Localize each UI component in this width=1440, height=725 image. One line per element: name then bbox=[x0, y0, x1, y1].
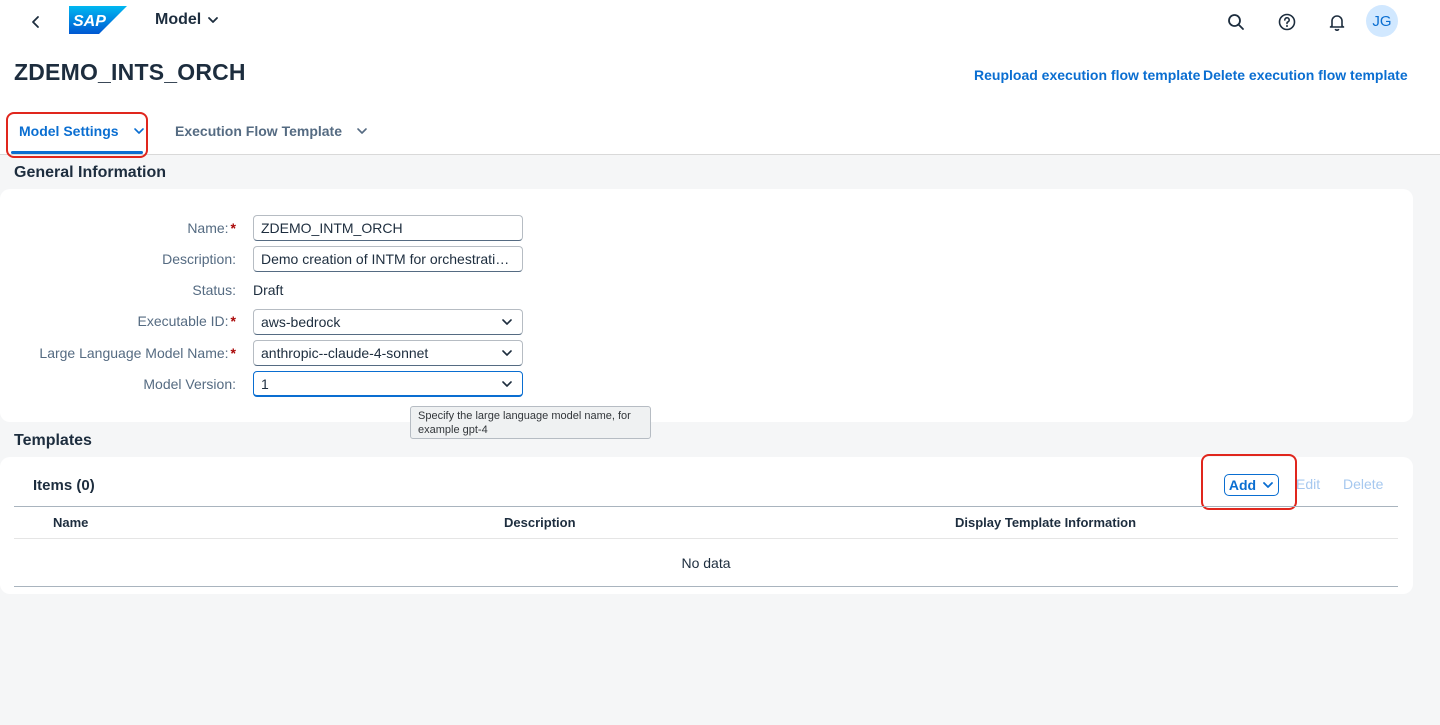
notifications-button[interactable] bbox=[1325, 10, 1349, 34]
svg-text:SAP: SAP bbox=[73, 13, 106, 30]
tab-label: Model Settings bbox=[19, 123, 119, 139]
chevron-down-icon bbox=[208, 17, 219, 23]
add-button[interactable]: Add bbox=[1224, 474, 1279, 496]
table-bottom-border bbox=[14, 586, 1398, 587]
required-marker: * bbox=[230, 313, 236, 329]
object-header: ZDEMO_INTS_ORCH Reupload execution flow … bbox=[0, 44, 1440, 155]
status-value: Draft bbox=[253, 282, 284, 298]
model-version-select[interactable]: 1 bbox=[253, 371, 523, 397]
active-tab-indicator bbox=[11, 151, 143, 154]
name-label: Name: * bbox=[187, 220, 236, 236]
delete-template-link[interactable]: Delete execution flow template bbox=[1203, 67, 1408, 83]
shell-bar: SAP Model JG bbox=[0, 0, 1440, 44]
user-avatar[interactable]: JG bbox=[1366, 5, 1398, 37]
llm-name-tooltip: Specify the large language model name, f… bbox=[410, 406, 651, 439]
chevron-down-icon bbox=[499, 314, 515, 330]
model-version-label: Model Version: bbox=[143, 376, 236, 392]
templates-title: Templates bbox=[14, 432, 92, 449]
tab-model-settings[interactable]: Model Settings bbox=[19, 111, 145, 151]
description-label: Description: bbox=[162, 251, 236, 267]
search-button[interactable] bbox=[1224, 10, 1248, 34]
column-header-display-template: Display Template Information bbox=[955, 515, 1137, 530]
tab-execution-flow-template[interactable]: Execution Flow Template bbox=[175, 111, 368, 151]
search-icon bbox=[1228, 14, 1244, 30]
required-marker: * bbox=[230, 345, 236, 361]
column-header-description: Description bbox=[504, 515, 576, 530]
back-button[interactable] bbox=[24, 10, 48, 34]
chevron-down-icon bbox=[499, 345, 515, 361]
column-header-name: Name bbox=[53, 515, 89, 530]
items-count-title: Items (0) bbox=[33, 477, 95, 494]
executable-id-select[interactable]: aws-bedrock bbox=[253, 309, 523, 335]
help-button[interactable] bbox=[1275, 10, 1299, 34]
chevron-down-icon bbox=[133, 128, 144, 134]
description-input[interactable]: Demo creation of INTM for orchestration.… bbox=[253, 246, 523, 272]
chevron-down-icon bbox=[1263, 482, 1274, 488]
app-title-menu[interactable]: Model bbox=[155, 11, 219, 29]
llm-name-select[interactable]: anthropic--claude-4-sonnet bbox=[253, 340, 523, 366]
help-icon bbox=[1278, 13, 1296, 31]
required-marker: * bbox=[230, 220, 236, 236]
edit-button[interactable]: Edit bbox=[1296, 476, 1320, 492]
sap-logo: SAP bbox=[69, 6, 127, 34]
table-top-border bbox=[14, 506, 1398, 507]
no-data-text: No data bbox=[681, 555, 731, 571]
general-info-title: General Information bbox=[14, 164, 167, 181]
chevron-down-icon bbox=[499, 376, 515, 392]
executable-id-label: Executable ID: * bbox=[137, 313, 236, 329]
table-header-divider bbox=[14, 538, 1398, 539]
reupload-template-link[interactable]: Reupload execution flow template bbox=[974, 67, 1200, 83]
delete-button[interactable]: Delete bbox=[1343, 476, 1383, 492]
chevron-down-icon bbox=[357, 128, 367, 134]
llm-name-label: Large Language Model Name: * bbox=[39, 345, 236, 361]
bell-icon bbox=[1329, 15, 1345, 31]
templates-card bbox=[0, 457, 1413, 594]
app-title: Model bbox=[155, 11, 202, 28]
status-label: Status: bbox=[192, 282, 236, 298]
name-input[interactable]: ZDEMO_INTM_ORCH bbox=[253, 215, 523, 241]
page-title: ZDEMO_INTS_ORCH bbox=[14, 59, 246, 85]
add-label: Add bbox=[1228, 477, 1257, 493]
back-icon bbox=[32, 16, 39, 28]
tab-label: Execution Flow Template bbox=[175, 123, 342, 139]
